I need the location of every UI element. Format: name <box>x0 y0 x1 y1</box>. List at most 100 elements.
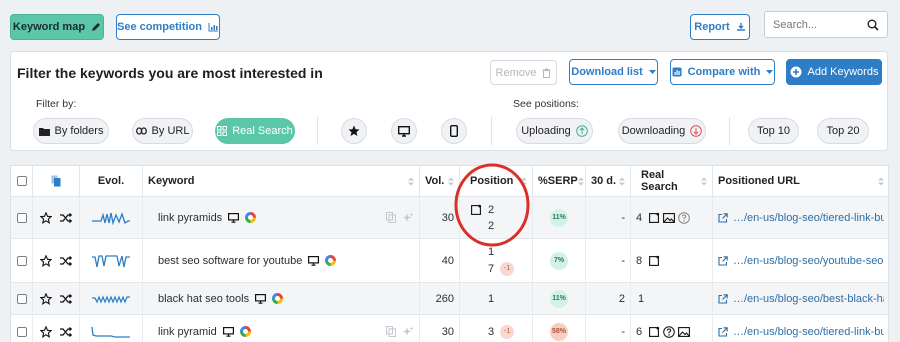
search-input[interactable] <box>773 18 861 31</box>
select-all-checkbox[interactable] <box>16 176 27 186</box>
see-competition-button[interactable]: See competition <box>116 14 220 40</box>
table-row[interactable]: link pyramid 30 3 -1 58% - 6 …/en-us/blo… <box>11 314 888 342</box>
by-url-button[interactable]: By URL <box>132 118 193 144</box>
copy-icon[interactable] <box>386 326 396 337</box>
keyword-header[interactable]: Keyword <box>143 166 420 196</box>
positioned-url-link[interactable]: …/en-us/blog-seo/youtube-seo-t… <box>733 255 884 267</box>
sort-icon <box>619 177 625 186</box>
keyword-text[interactable]: link pyramids <box>158 212 222 224</box>
sparkle-icon[interactable] <box>403 212 414 223</box>
positioned-url-header[interactable]: Positioned URL <box>713 166 888 196</box>
desktop-filter-button[interactable] <box>391 118 417 144</box>
row-checkbox[interactable] <box>16 326 27 337</box>
compare-chart-icon <box>672 67 682 77</box>
positioned-url-link[interactable]: …/en-us/blog-seo/tiered-link-bui… <box>733 326 884 338</box>
uploading-label: Uploading <box>521 125 571 137</box>
star-outline-icon[interactable] <box>40 254 52 267</box>
by-folders-button[interactable]: By folders <box>33 118 109 144</box>
uploading-button[interactable]: Uploading <box>516 118 593 144</box>
divider <box>317 117 318 145</box>
star-outline-icon[interactable] <box>40 211 52 224</box>
position-header[interactable]: Position <box>460 166 533 196</box>
keyword-map-button[interactable]: Keyword map <box>10 14 104 40</box>
shuffle-icon[interactable] <box>60 293 72 304</box>
copy-icon[interactable] <box>386 212 396 223</box>
copy-icon[interactable] <box>51 175 61 187</box>
positioned-url-header-label: Positioned URL <box>718 175 800 187</box>
see-positions-label: See positions: <box>513 98 579 110</box>
report-button[interactable]: Report <box>690 14 750 40</box>
compare-with-button[interactable]: Compare with <box>670 59 775 85</box>
featured-snippet-icon <box>649 212 660 223</box>
desktop-icon <box>398 125 410 137</box>
desktop-icon <box>222 326 234 337</box>
vol-header[interactable]: Vol. <box>420 166 460 196</box>
top10-button[interactable]: Top 10 <box>748 118 799 144</box>
search-icon[interactable] <box>867 19 879 31</box>
external-link-icon[interactable] <box>718 326 728 337</box>
url-cell: …/en-us/blog-seo/best-black-hat… <box>713 283 888 314</box>
keyword-text[interactable]: best seo software for youtube <box>158 255 302 267</box>
downloading-button[interactable]: Downloading <box>618 118 706 144</box>
shuffle-icon[interactable] <box>60 326 72 337</box>
evol-header-label: Evol. <box>97 175 125 187</box>
copy-header-cell <box>33 166 80 196</box>
favorites-filter-button[interactable] <box>341 118 367 144</box>
external-link-icon[interactable] <box>718 293 728 304</box>
add-keywords-button[interactable]: Add Keywords <box>786 59 882 85</box>
evolution-sparkline <box>80 283 143 314</box>
grid-icon <box>217 126 228 136</box>
top20-button[interactable]: Top 20 <box>817 118 869 144</box>
row-select-cell <box>11 239 33 282</box>
positioned-url-link[interactable]: …/en-us/blog-seo/tiered-link-bui… <box>733 212 884 224</box>
volume-cell: 30 <box>420 197 460 238</box>
real-search-count: 4 <box>636 211 643 224</box>
evol-header[interactable]: Evol. <box>80 166 143 196</box>
row-tools <box>386 326 414 337</box>
star-outline-icon[interactable] <box>40 325 52 338</box>
search-box[interactable] <box>764 11 888 38</box>
star-icon <box>348 125 360 137</box>
folder-icon <box>38 127 50 136</box>
table-row[interactable]: black hat seo tools 260 1 11% 2 1 …/en-u… <box>11 282 888 314</box>
days30-header[interactable]: 30 d. <box>586 166 631 196</box>
row-checkbox[interactable] <box>16 293 27 304</box>
keyword-header-label: Keyword <box>148 175 195 187</box>
star-outline-icon[interactable] <box>40 292 52 305</box>
arrow-down-circle-icon <box>690 125 703 137</box>
table-row[interactable]: best seo software for youtube 40 1 7 - 1 … <box>11 238 888 282</box>
download-list-button[interactable]: Download list <box>569 59 658 85</box>
shuffle-icon[interactable] <box>60 212 72 223</box>
serp-header[interactable]: %SERP <box>533 166 586 196</box>
remove-button[interactable]: Remove <box>490 60 557 85</box>
real-search-cell: 4 <box>631 197 713 238</box>
table-row[interactable]: link pyramids 30 2 2 11% - 4 …/en-us/blo… <box>11 196 888 238</box>
row-checkbox[interactable] <box>16 255 27 266</box>
external-link-icon[interactable] <box>718 255 728 266</box>
keyword-cell: best seo software for youtube <box>143 239 420 282</box>
mobile-filter-button[interactable] <box>441 118 467 144</box>
volume-value: 30 <box>441 211 454 224</box>
row-checkbox[interactable] <box>16 212 27 223</box>
days30-cell: 2 <box>586 283 631 314</box>
sort-icon <box>448 177 454 186</box>
external-link-icon[interactable] <box>718 212 728 223</box>
real-search-button[interactable]: Real Search <box>215 118 295 144</box>
position-change-badge: -1 <box>500 261 515 276</box>
download-list-label: Download list <box>571 66 643 78</box>
sort-icon <box>577 177 584 186</box>
real-search-header[interactable]: Real Search <box>631 166 713 196</box>
select-all-cell <box>11 166 33 196</box>
positioned-url-link[interactable]: …/en-us/blog-seo/best-black-hat… <box>733 293 884 305</box>
vol-header-label: Vol. <box>425 175 445 187</box>
sparkle-icon[interactable] <box>403 326 414 337</box>
keyword-text[interactable]: link pyramid <box>158 326 217 338</box>
google-icon <box>239 326 251 337</box>
sort-icon <box>408 177 414 186</box>
row-actions-cell <box>33 315 80 342</box>
shuffle-icon[interactable] <box>60 255 72 266</box>
row-select-cell <box>11 283 33 314</box>
volume-cell: 30 <box>420 315 460 342</box>
position-secondary: 7 <box>488 262 495 275</box>
keyword-text[interactable]: black hat seo tools <box>158 293 249 305</box>
